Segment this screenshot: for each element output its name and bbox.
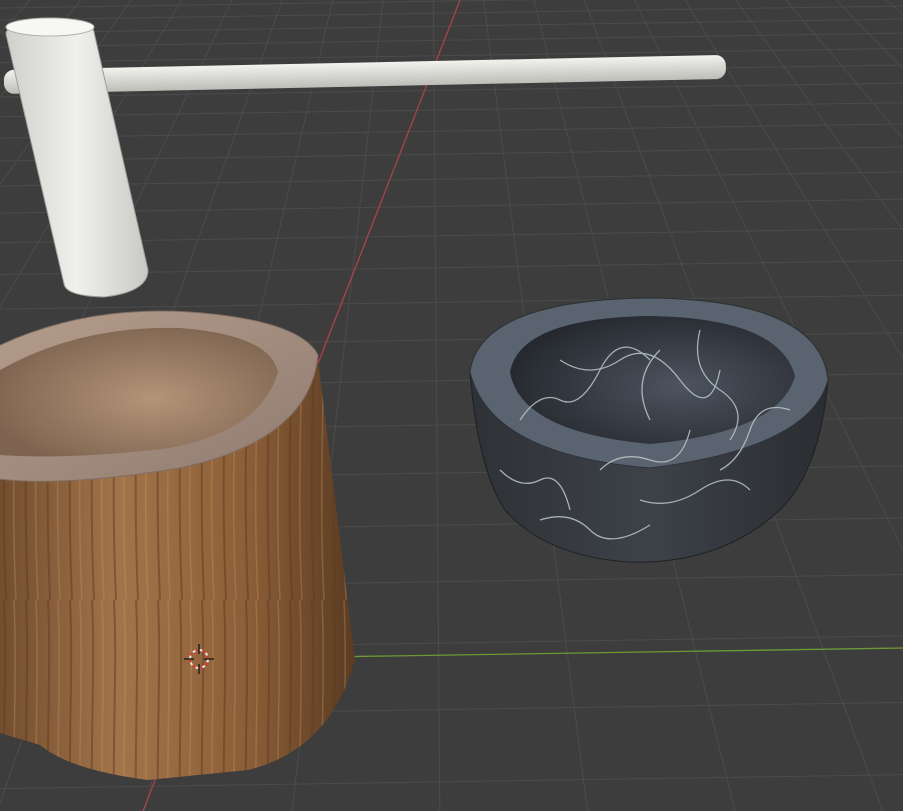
stone-bowl-object[interactable] bbox=[469, 297, 829, 563]
wooden-mortar-object[interactable] bbox=[0, 310, 355, 780]
mallet-head[interactable] bbox=[5, 19, 149, 298]
viewport-canvas[interactable] bbox=[0, 0, 903, 811]
3d-viewport[interactable] bbox=[0, 0, 903, 811]
